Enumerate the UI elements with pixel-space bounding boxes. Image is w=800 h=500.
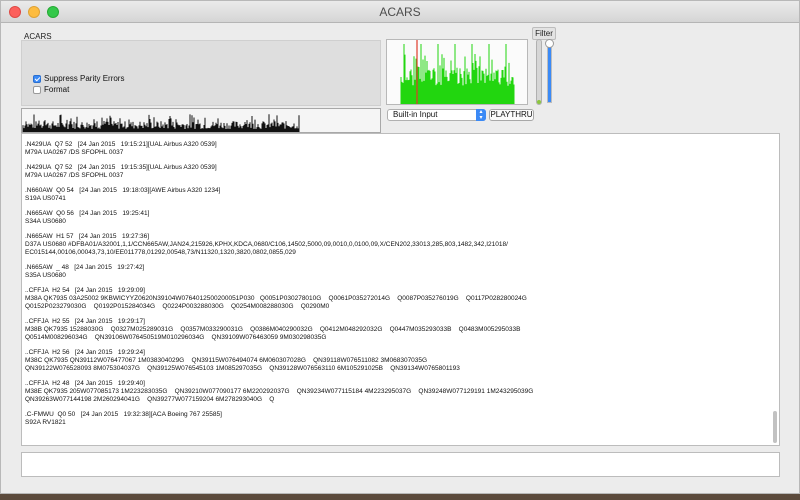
log-line: .N665AW _ 48 [24 Jan 2015 19:27:42] [25, 264, 145, 271]
audio-input-value: Built-in Input [393, 110, 438, 119]
filter-slider[interactable] [547, 41, 552, 103]
log-content: S37A UA0267 .N429UA Q7 52 [24 Jan 2015 19… [25, 133, 769, 434]
log-line: .N429UA Q7 52 [24 Jan 2015 19:15:21][UAL… [25, 141, 217, 148]
spectrum-display [386, 39, 528, 105]
log-entry: .N665AW _ 48 [24 Jan 2015 19:27:42] S35A … [25, 264, 769, 280]
filter-slider-fill [548, 42, 551, 102]
filter-meter-fill [537, 100, 541, 104]
title-bar: ACARS [1, 1, 799, 23]
window-title: ACARS [379, 5, 421, 19]
log-line: ..CFFJA H2 55 [24 Jan 2015 19:29:17] [25, 318, 145, 325]
log-line: QN39122W076528093 8M075304037G QN39125W0… [25, 365, 460, 372]
acars-options-group [21, 40, 381, 106]
log-line: M79A UA0267 /DS SFOPHL 0037 [25, 172, 124, 179]
log-line: .N660AW Q0 54 [24 Jan 2015 19:18:03][AWE… [25, 187, 221, 194]
audio-waveform-display [21, 108, 381, 133]
acars-window: ACARS ACARS Suppress Parity Errors Forma… [0, 0, 800, 494]
log-line: M38C QK7935 QN39112W076477067 1M03830402… [25, 357, 428, 364]
log-line: S34A US0680 [25, 218, 66, 225]
checkbox-unchecked-icon [33, 85, 41, 94]
log-entry: .N665AW Q0 56 [24 Jan 2015 19:25:41] S34A… [25, 210, 769, 226]
log-line: Q0514M008296034G QN39106W076450519M01029… [25, 334, 327, 341]
acars-message-log[interactable]: S37A UA0267 .N429UA Q7 52 [24 Jan 2015 19… [21, 133, 780, 446]
filter-meter [536, 39, 542, 105]
log-line: .C-FMWU Q0 50 [24 Jan 2015 19:32:38][ACA… [25, 411, 222, 418]
suppress-parity-errors-checkbox[interactable]: Suppress Parity Errors [33, 74, 124, 83]
log-scrollbar[interactable] [773, 411, 777, 443]
log-line: M38B QK7935 15288030G Q0327M025289031G Q… [25, 326, 521, 333]
log-line: .N665AW Q0 56 [24 Jan 2015 19:25:41] [25, 210, 150, 217]
log-line: EC015144,00106,00043,73,10/EE011778,0129… [25, 249, 296, 256]
log-line: ..CFFJA H2 48 [24 Jan 2015 19:29:40] [25, 380, 145, 387]
checkbox-checked-icon [33, 74, 41, 83]
log-entry: .N429UA Q7 52 [24 Jan 2015 19:15:21][UAL… [25, 141, 769, 157]
log-entry: .C-FMWU Q0 50 [24 Jan 2015 19:32:38][ACA… [25, 411, 769, 427]
log-line: QN39263W077144198 2M260294041G QN39277W0… [25, 396, 275, 403]
log-line: M38E QK7935 205W077085173 1M223283035G Q… [25, 388, 534, 395]
format-label: Format [44, 85, 70, 94]
log-line: ..CFFJA H2 56 [24 Jan 2015 19:29:24] [25, 349, 145, 356]
log-entry: ..CFFJA H2 54 [24 Jan 2015 19:29:09] M38A… [25, 287, 769, 311]
playthru-button[interactable]: PLAYTHRU [489, 109, 534, 121]
log-line: S19A US0741 [25, 195, 66, 202]
log-entry: ..CFFJA H2 55 [24 Jan 2015 19:29:17] M38B… [25, 318, 769, 342]
log-line: M38A QK7935 03A25002 9KBWICYYZ0620N39104… [25, 295, 527, 302]
audio-input-select[interactable]: Built-in Input ▴ ▾ [387, 109, 486, 121]
bottom-text-field[interactable] [21, 452, 780, 477]
log-line: S35A US0680 [25, 272, 66, 279]
log-line: S92A RV1821 [25, 419, 66, 426]
log-entry: .N429UA Q7 52 [24 Jan 2015 19:15:35][UAL… [25, 164, 769, 180]
log-line: ..CFFJA H2 54 [24 Jan 2015 19:29:09] [25, 287, 145, 294]
log-line: .N429UA Q7 52 [24 Jan 2015 19:15:35][UAL… [25, 164, 217, 171]
waveform-graph [22, 114, 300, 132]
filter-slider-knob[interactable] [545, 39, 554, 48]
log-line: M79A UA0267 /DS SFOPHL 0037 [25, 149, 124, 156]
log-entry: S37A UA0267 [25, 133, 769, 134]
log-line: S37A UA0267 [25, 133, 769, 134]
log-entry: .N665AW H1 57 [24 Jan 2015 19:27:36] D37A… [25, 233, 769, 257]
log-entry: ..CFFJA H2 48 [24 Jan 2015 19:29:40] M38E… [25, 380, 769, 404]
log-line: .N665AW H1 57 [24 Jan 2015 19:27:36] [25, 233, 150, 240]
format-checkbox[interactable]: Format [33, 85, 69, 94]
updown-chevron-icon: ▴ ▾ [476, 109, 486, 121]
spectrum-graph [400, 40, 515, 104]
log-line: Q0152P023279030G Q0192P015284034G Q0224P… [25, 303, 330, 310]
log-line: D37A US0680 #DFBA01/A32001,1,1/CCN665AW,… [25, 241, 508, 248]
suppress-parity-errors-label: Suppress Parity Errors [44, 74, 125, 83]
log-entry: .N660AW Q0 54 [24 Jan 2015 19:18:03][AWE… [25, 187, 769, 203]
log-entry: ..CFFJA H2 56 [24 Jan 2015 19:29:24] M38C… [25, 349, 769, 373]
filter-label: Filter [532, 27, 556, 40]
